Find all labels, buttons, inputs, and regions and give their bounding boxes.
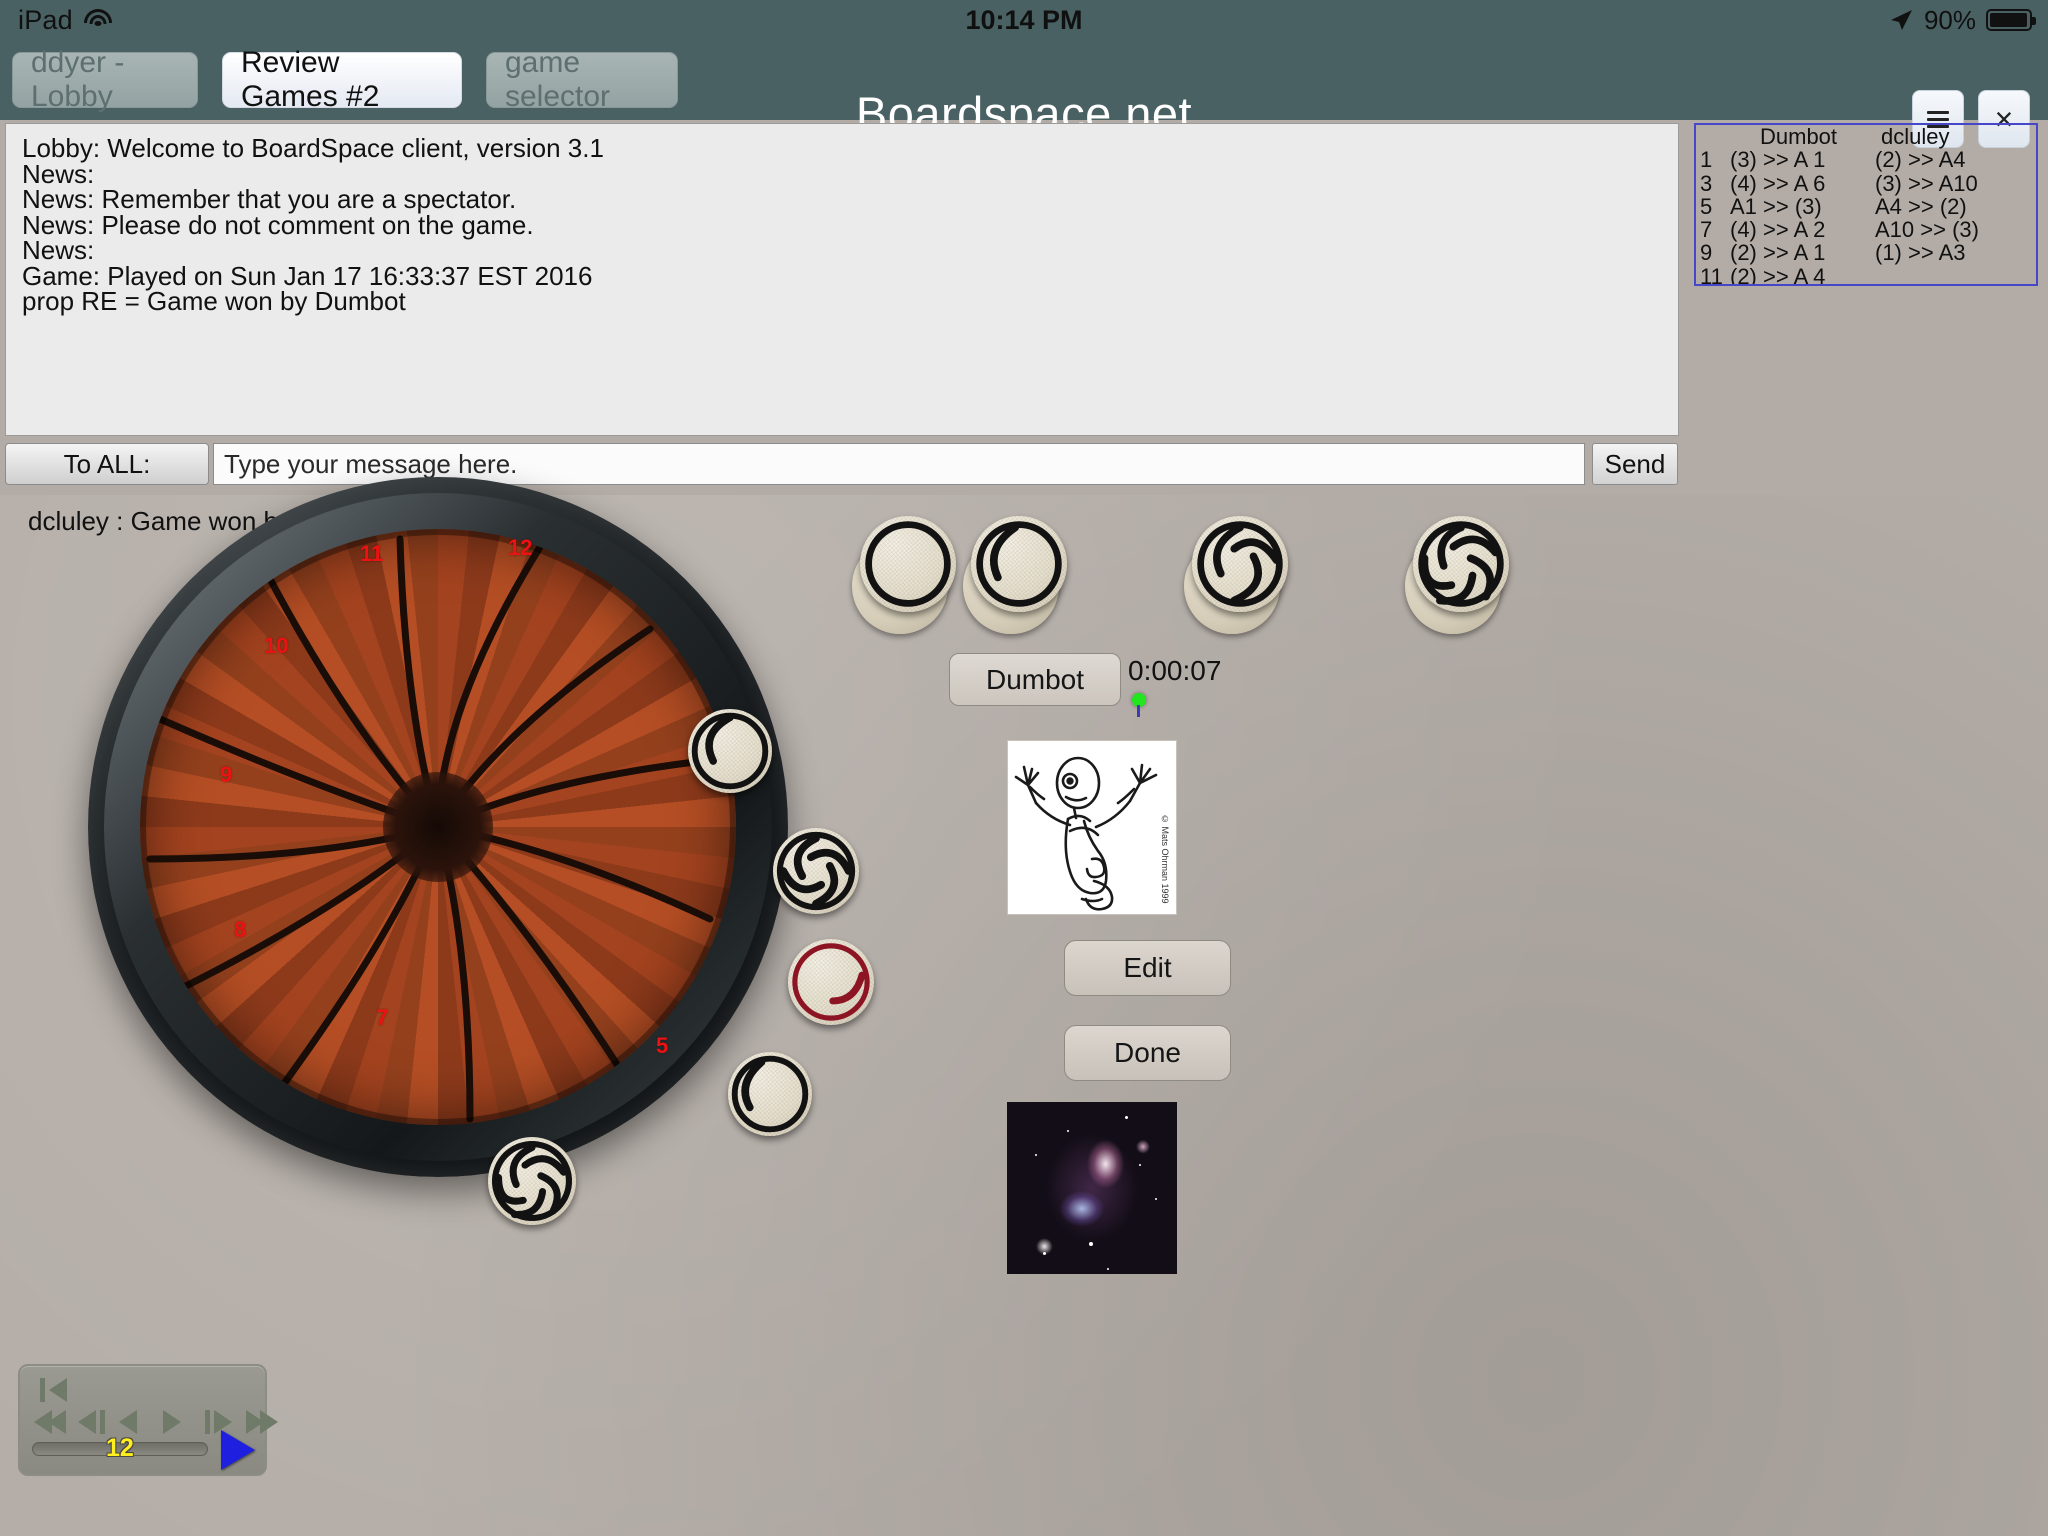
location-arrow-icon	[1890, 10, 1912, 30]
board-number-9: 9	[220, 762, 233, 787]
step-back-button[interactable]	[78, 1410, 96, 1434]
chat-log[interactable]: Lobby: Welcome to BoardSpace client, ver…	[5, 123, 1679, 436]
table-row[interactable]: 5 A1 >> (3) A4 >> (2)	[1696, 193, 2036, 219]
avatar-copyright: © Mats Ohrman 1999	[1160, 814, 1170, 904]
skip-to-start-button[interactable]	[40, 1378, 45, 1402]
player-online-led-dumbot	[1132, 693, 1146, 717]
player-clock-dumbot: 0:00:07	[1128, 655, 1222, 686]
table-row[interactable]: 3 (4) >> A 6 (3) >> A10	[1696, 170, 2036, 196]
move-index: 3	[1700, 170, 1713, 196]
board-number-7: 7	[376, 1005, 389, 1030]
board-piece-red-1arm[interactable]	[788, 939, 874, 1025]
board-piece-black-5arm[interactable]	[488, 1137, 576, 1225]
move-p2[interactable]: A4 >> (2)	[1875, 195, 2036, 219]
chat-line: News: Please do not comment on the game.	[22, 209, 534, 240]
move-p2[interactable]	[1875, 265, 2036, 284]
spiral-glyph-icon	[491, 1140, 573, 1222]
edit-button[interactable]: Edit	[1064, 940, 1231, 996]
step-back-bar[interactable]	[100, 1410, 105, 1434]
move-p1[interactable]: (2) >> A 4	[1730, 264, 1875, 284]
move-p1[interactable]: (4) >> A 2	[1730, 218, 1875, 242]
move-p1[interactable]: (4) >> A 6	[1730, 171, 1875, 195]
move-p2[interactable]: (3) >> A10	[1875, 171, 2036, 195]
table-row[interactable]: 7 (4) >> A 2 A10 >> (3)	[1696, 217, 2036, 243]
chat-line: prop RE = Game won by Dumbot	[22, 286, 406, 316]
step-forward-bar[interactable]	[205, 1410, 210, 1434]
table-row[interactable]: 1 (3) >> A 1 (2) >> A4	[1696, 147, 2036, 173]
table-row[interactable]: 9 (2) >> A 1 (1) >> A3	[1696, 240, 2036, 266]
board-number-5: 5	[656, 1033, 669, 1058]
back-button[interactable]	[119, 1410, 137, 1434]
game-canvas[interactable]: dcluley : Game won by Dumbot 11 12 10 9 …	[0, 477, 2048, 1536]
reserve-stack-black-5arm[interactable]	[1405, 516, 1515, 634]
board-piece-black-2arm[interactable]	[688, 709, 772, 793]
app-header: ddyer - Lobby Review Games #2 game selec…	[0, 40, 2048, 148]
send-button[interactable]: Send	[1592, 443, 1678, 485]
forward-button[interactable]	[163, 1410, 181, 1434]
board-piece-black-4arm[interactable]	[773, 828, 859, 914]
move-list[interactable]: Dumbot dcluley 1 (3) >> A 1 (2) >> A4 3 …	[1694, 123, 2038, 286]
done-button[interactable]: Done	[1064, 1025, 1231, 1081]
chat-line: News:	[22, 235, 95, 265]
avatar[interactable]: © Mats Ohrman 1999	[1007, 740, 1177, 915]
board-hub	[383, 772, 493, 882]
status-bar-right: 90%	[1888, 4, 2036, 36]
status-bar-clock: 10:14 PM	[965, 4, 1083, 35]
board-piece-black-2arm-b[interactable]	[728, 1052, 812, 1136]
reserve-stack-black-0arm[interactable]	[852, 516, 962, 634]
spiral-glyph-icon	[776, 831, 856, 911]
chat-line: News: Remember that you are a spectator.	[22, 184, 517, 214]
galaxy-photo-avatar[interactable]	[1007, 1102, 1177, 1274]
board-number-8: 8	[234, 917, 247, 942]
battery-icon	[1986, 9, 2036, 31]
table-row[interactable]: 11 (2) >> A 4	[1696, 263, 2036, 286]
move-p1[interactable]: (3) >> A 1	[1730, 148, 1875, 172]
spiral-glyph-icon	[865, 521, 951, 607]
move-index: 11	[1700, 263, 1723, 286]
playback-controls[interactable]: 12	[18, 1364, 278, 1476]
spiral-glyph-icon	[976, 521, 1062, 607]
spiral-glyph-icon	[731, 1055, 809, 1133]
ios-status-bar: iPad 10:14 PM 90%	[0, 0, 2048, 40]
battery-percent: 90%	[1923, 4, 1976, 35]
fast-forward-button-2[interactable]	[260, 1410, 278, 1434]
move-list-header-row: Dumbot dcluley	[1696, 125, 2036, 148]
move-p2[interactable]: A10 >> (3)	[1875, 218, 2036, 242]
app-root: iPad 10:14 PM 90% ddyer - Lobby Review G…	[0, 0, 2048, 1536]
play-button[interactable]	[221, 1430, 255, 1470]
move-index: 1	[1700, 147, 1713, 173]
reserve-stack-black-1arm[interactable]	[963, 516, 1073, 634]
game-board[interactable]: 11 12 10 9 8 7 5	[88, 477, 874, 1225]
reserve-stack-black-3arm[interactable]	[1184, 516, 1294, 634]
player-name-dumbot[interactable]: Dumbot	[949, 653, 1121, 706]
move-col-index	[1696, 125, 1730, 148]
spiral-glyph-icon	[1197, 521, 1283, 607]
spiral-glyph-icon	[1418, 521, 1504, 607]
board-number-11: 11	[360, 541, 384, 566]
move-p2[interactable]: (2) >> A4	[1875, 148, 2036, 172]
robot-cartoon-avatar	[1014, 756, 1158, 911]
board-number-12: 12	[508, 535, 533, 560]
board-number-10: 10	[264, 633, 289, 658]
move-p1[interactable]: A1 >> (3)	[1730, 195, 1875, 219]
move-p2[interactable]: (1) >> A3	[1875, 241, 2036, 265]
move-index: 5	[1700, 193, 1713, 219]
spiral-glyph-icon	[691, 712, 769, 790]
move-index: 9	[1700, 240, 1713, 266]
skip-to-start-triangle[interactable]	[49, 1378, 67, 1402]
playback-position-value: 12	[106, 1434, 134, 1462]
move-p1[interactable]: (2) >> A 1	[1730, 241, 1875, 265]
spiral-glyph-icon	[792, 943, 870, 1021]
rewind-fast-button-2[interactable]	[48, 1410, 66, 1434]
move-col-player1: Dumbot	[1760, 124, 1838, 149]
move-index: 7	[1700, 217, 1713, 243]
chat-line: Lobby: Welcome to BoardSpace client, ver…	[22, 133, 604, 163]
move-col-player2: dcluley	[1881, 124, 1950, 149]
move-list-table: Dumbot dcluley 1 (3) >> A 1 (2) >> A4 3 …	[1696, 125, 2036, 286]
